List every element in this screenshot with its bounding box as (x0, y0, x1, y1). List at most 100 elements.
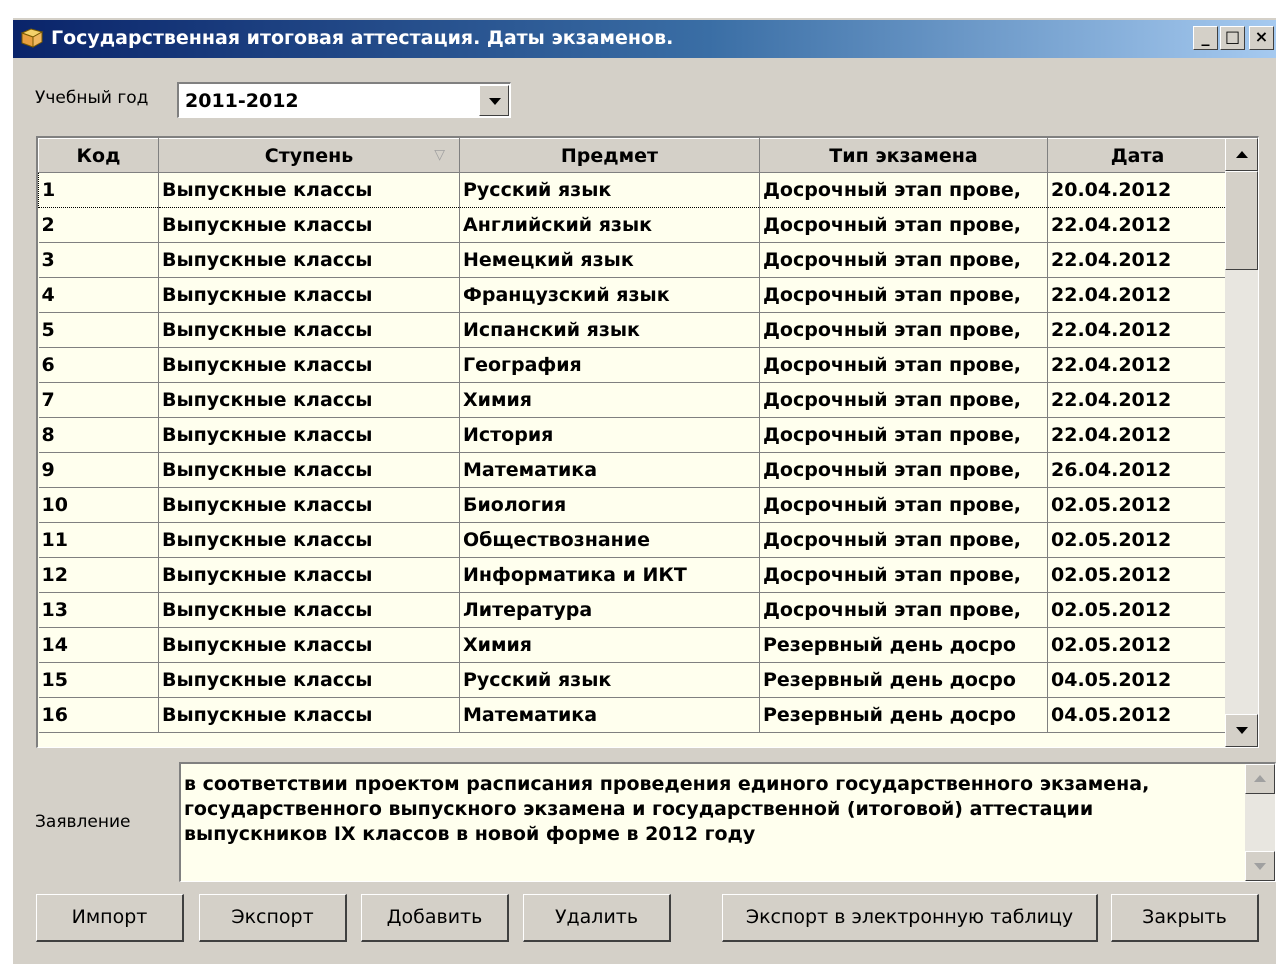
cell-subject[interactable]: Испанский язык (459, 312, 760, 348)
cell-code[interactable]: 6 (38, 347, 159, 383)
minimize-button[interactable]: _ (1193, 26, 1218, 50)
table-row[interactable]: 13 Выпускные классы Литература Досрочный эт… (38, 592, 1228, 628)
cell-level[interactable]: Выпускные классы (158, 487, 460, 523)
maximize-button[interactable]: □ (1220, 26, 1245, 50)
cell-code[interactable]: 15 (38, 662, 159, 698)
cell-exam-type[interactable]: Досрочный этап прове, (759, 557, 1048, 593)
column-header-code[interactable]: Код (38, 138, 159, 173)
table-row[interactable]: 6 Выпускные классы География Досрочный этап… (38, 347, 1228, 383)
cell-subject[interactable]: Обществознание (459, 522, 760, 558)
cell-exam-type[interactable]: Досрочный этап прове, (759, 417, 1048, 453)
cell-code[interactable]: 2 (38, 207, 159, 243)
cell-date[interactable]: 04.05.2012 (1047, 697, 1228, 733)
cell-level[interactable]: Выпускные классы (158, 312, 460, 348)
cell-level[interactable]: Выпускные классы (158, 242, 460, 278)
cell-date[interactable]: 22.04.2012 (1047, 312, 1228, 348)
cell-code[interactable]: 13 (38, 592, 159, 628)
scroll-down-button[interactable] (1225, 714, 1258, 747)
export-spreadsheet-button[interactable]: Экспорт в электронную таблицу (722, 894, 1098, 942)
cell-code[interactable]: 4 (38, 277, 159, 313)
year-dropdown-button[interactable] (479, 85, 509, 116)
cell-subject[interactable]: Биология (459, 487, 760, 523)
cell-date[interactable]: 22.04.2012 (1047, 347, 1228, 383)
cell-subject[interactable]: Французский язык (459, 277, 760, 313)
cell-level[interactable]: Выпускные классы (158, 592, 460, 628)
cell-subject[interactable]: География (459, 347, 760, 383)
cell-date[interactable]: 26.04.2012 (1047, 452, 1228, 488)
cell-level[interactable]: Выпускные классы (158, 627, 460, 663)
cell-exam-type[interactable]: Досрочный этап прове, (759, 452, 1048, 488)
cell-code[interactable]: 11 (38, 522, 159, 558)
cell-date[interactable]: 22.04.2012 (1047, 382, 1228, 418)
scroll-thumb[interactable] (1225, 171, 1258, 270)
cell-level[interactable]: Выпускные классы (158, 452, 460, 488)
delete-button[interactable]: Удалить (523, 894, 671, 942)
cell-code[interactable]: 7 (38, 382, 159, 418)
cell-exam-type[interactable]: Досрочный этап прове, (759, 242, 1048, 278)
cell-code[interactable]: 9 (38, 452, 159, 488)
cell-exam-type[interactable]: Досрочный этап прове, (759, 207, 1048, 243)
cell-subject[interactable]: Информатика и ИКТ (459, 557, 760, 593)
cell-level[interactable]: Выпускные классы (158, 662, 460, 698)
table-row[interactable]: 5 Выпускные классы Испанский язык Досрочный… (38, 312, 1228, 348)
cell-subject[interactable]: Математика (459, 452, 760, 488)
table-row[interactable]: 2 Выпускные классы Английский язык Досрочны… (38, 207, 1228, 243)
title-bar[interactable]: Государственная итоговая аттестация. Дат… (13, 20, 1276, 58)
cell-level[interactable]: Выпускные классы (158, 382, 460, 418)
statement-scroll-up-button[interactable] (1245, 764, 1275, 794)
scroll-up-button[interactable] (1225, 138, 1258, 171)
cell-exam-type[interactable]: Резервный день досро (759, 697, 1048, 733)
cell-date[interactable]: 22.04.2012 (1047, 417, 1228, 453)
cell-exam-type[interactable]: Досрочный этап прове, (759, 312, 1048, 348)
cell-subject[interactable]: История (459, 417, 760, 453)
cell-date[interactable]: 02.05.2012 (1047, 627, 1228, 663)
cell-subject[interactable]: Английский язык (459, 207, 760, 243)
cell-exam-type[interactable]: Досрочный этап прове, (759, 592, 1048, 628)
cell-code[interactable]: 14 (38, 627, 159, 663)
cell-subject[interactable]: Русский язык (459, 172, 760, 208)
cell-level[interactable]: Выпускные классы (158, 277, 460, 313)
cell-code[interactable]: 12 (38, 557, 159, 593)
table-row[interactable]: 1 Выпускные классы Русский язык Досрочный э… (38, 172, 1228, 208)
cell-exam-type[interactable]: Резервный день досро (759, 627, 1048, 663)
table-row[interactable]: 15 Выпускные классы Русский язык Резервный … (38, 662, 1228, 698)
cell-subject[interactable]: Химия (459, 627, 760, 663)
statement-textarea[interactable]: в соответствии проектом расписания прове… (179, 762, 1276, 882)
cell-code[interactable]: 16 (38, 697, 159, 733)
cell-code[interactable]: 3 (38, 242, 159, 278)
cell-level[interactable]: Выпускные классы (158, 697, 460, 733)
grid-vertical-scrollbar[interactable] (1225, 138, 1258, 747)
cell-level[interactable]: Выпускные классы (158, 557, 460, 593)
cell-exam-type[interactable]: Досрочный этап прове, (759, 382, 1048, 418)
cell-date[interactable]: 22.04.2012 (1047, 207, 1228, 243)
table-row[interactable]: 11 Выпускные классы Обществознание Досрочны… (38, 522, 1228, 558)
cell-level[interactable]: Выпускные классы (158, 347, 460, 383)
cell-code[interactable]: 10 (38, 487, 159, 523)
cell-date[interactable]: 04.05.2012 (1047, 662, 1228, 698)
cell-exam-type[interactable]: Досрочный этап прове, (759, 277, 1048, 313)
table-row[interactable]: 10 Выпускные классы Биология Досрочный этап… (38, 487, 1228, 523)
column-header-level[interactable]: Ступень ▽ (158, 138, 460, 173)
cell-level[interactable]: Выпускные классы (158, 172, 460, 208)
cell-exam-type[interactable]: Досрочный этап прове, (759, 487, 1048, 523)
table-row[interactable]: 16 Выпускные классы Математика Резервный де… (38, 697, 1228, 733)
column-header-exam-type[interactable]: Тип экзамена (759, 138, 1048, 173)
close-button[interactable]: Закрыть (1111, 894, 1259, 942)
cell-code[interactable]: 8 (38, 417, 159, 453)
cell-level[interactable]: Выпускные классы (158, 207, 460, 243)
table-row[interactable]: 9 Выпускные классы Математика Досрочный эта… (38, 452, 1228, 488)
cell-date[interactable]: 02.05.2012 (1047, 487, 1228, 523)
exam-dates-grid[interactable]: Код Ступень ▽ Предмет Тип экзамена Дата … (36, 136, 1259, 748)
cell-subject[interactable]: Математика (459, 697, 760, 733)
year-select[interactable]: 2011-2012 (177, 82, 511, 118)
cell-date[interactable]: 02.05.2012 (1047, 592, 1228, 628)
table-row[interactable]: 8 Выпускные классы История Досрочный этап п… (38, 417, 1228, 453)
table-row[interactable]: 7 Выпускные классы Химия Досрочный этап про… (38, 382, 1228, 418)
table-row[interactable]: 12 Выпускные классы Информатика и ИКТ Досро… (38, 557, 1228, 593)
table-row[interactable]: 3 Выпускные классы Немецкий язык Досрочный … (38, 242, 1228, 278)
export-button[interactable]: Экспорт (199, 894, 347, 942)
cell-date[interactable]: 02.05.2012 (1047, 522, 1228, 558)
cell-date[interactable]: 20.04.2012 (1047, 172, 1228, 208)
close-window-button[interactable]: × (1249, 26, 1274, 50)
cell-subject[interactable]: Литература (459, 592, 760, 628)
